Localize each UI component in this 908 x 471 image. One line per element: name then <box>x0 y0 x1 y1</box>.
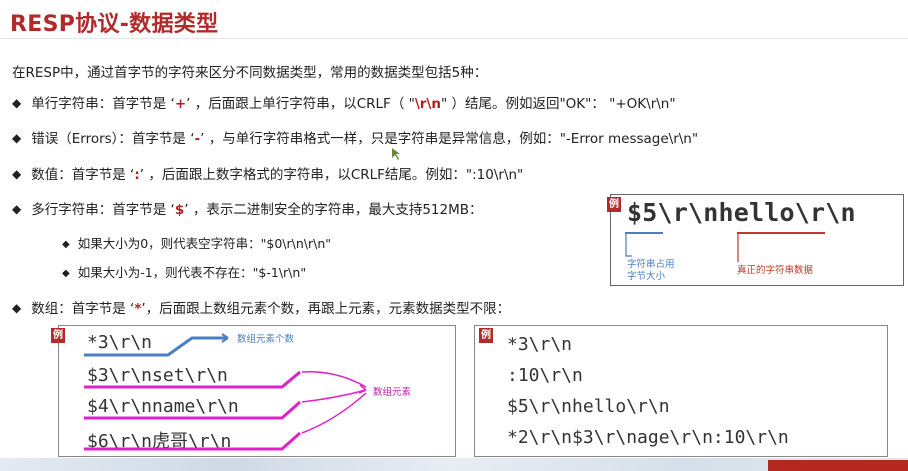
annotation-arrows <box>84 148 739 451</box>
element-arrow-2 <box>301 389 367 403</box>
element-underline-1 <box>84 370 301 389</box>
element-arrow-3 <box>301 392 367 434</box>
element-underline-2 <box>84 400 301 420</box>
element-arrow-1 <box>301 371 367 388</box>
cursor-icon <box>392 148 400 160</box>
element-underline-3 <box>84 431 301 451</box>
bottom-red-badge <box>768 460 908 471</box>
count-underline-stroke <box>84 336 228 357</box>
length-connector <box>625 232 632 257</box>
